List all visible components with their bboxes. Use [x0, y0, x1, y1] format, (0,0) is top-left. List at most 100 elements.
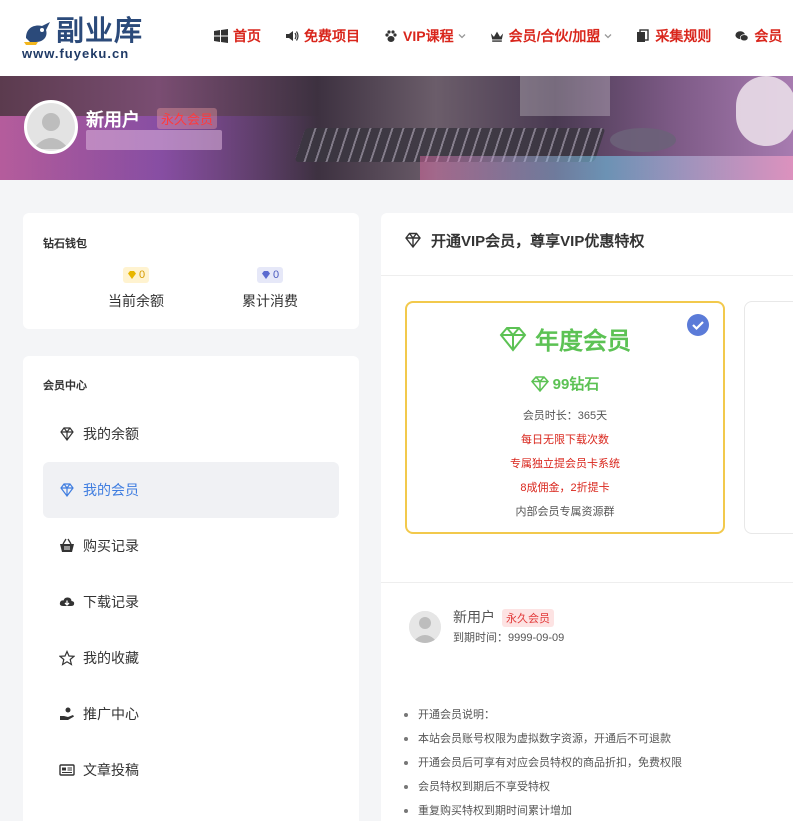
- sidebar-item-label: 我的余额: [83, 426, 139, 442]
- sidebar-item-label: 购买记录: [83, 538, 139, 554]
- profile-subtitle-redacted: [86, 130, 222, 150]
- card-title: 钻石钱包: [43, 238, 87, 250]
- diamond-icon: [499, 326, 527, 352]
- banner-decoration: [520, 76, 610, 116]
- banner-mouse-image: [610, 128, 676, 152]
- cloud-download-icon: [59, 597, 75, 606]
- windows-icon: [214, 29, 228, 43]
- sidebar-item-article-submission[interactable]: 文章投稿: [43, 742, 339, 798]
- diamond-icon: [60, 427, 74, 441]
- plan-price: 99钻石: [407, 373, 723, 394]
- status-badge: 永久会员: [502, 609, 554, 627]
- banner-decoration: [736, 76, 793, 146]
- diamond-icon: [60, 483, 74, 497]
- sidebar-item-balance[interactable]: 我的余额: [43, 406, 339, 462]
- divider: [381, 582, 793, 583]
- chevron-down-icon: [604, 34, 612, 39]
- list-item: 开通会员说明：: [404, 703, 793, 727]
- user-placeholder-icon: [409, 611, 441, 643]
- nav-member[interactable]: 会员: [735, 26, 782, 46]
- nav-home[interactable]: 首页: [214, 26, 261, 46]
- profile-username: 新用户: [86, 110, 140, 130]
- list-item: 会员特权到期后不享受特权: [404, 775, 793, 799]
- card-title: 会员中心: [43, 380, 87, 392]
- sidebar-item-label: 下载记录: [83, 594, 139, 610]
- nav-collection-rules[interactable]: 采集规则: [636, 26, 711, 46]
- sidebar-item-label: 推广中心: [83, 706, 139, 722]
- hand-coin-icon: [60, 707, 74, 720]
- nav-label: 会员/合伙/加盟: [508, 28, 601, 44]
- user-placeholder-icon: [27, 103, 75, 151]
- sidebar-item-favorites[interactable]: 我的收藏: [43, 630, 339, 686]
- sidebar-item-label: 文章投稿: [83, 762, 139, 778]
- chevron-down-icon: [458, 34, 466, 39]
- plan-perk: 每日无限下载次数: [521, 434, 609, 446]
- diamond-icon: [261, 271, 270, 279]
- speaker-icon: [286, 31, 299, 41]
- newspaper-icon: [59, 764, 75, 776]
- nav-membership[interactable]: 会员/合伙/加盟: [490, 26, 613, 46]
- status-badge: 永久会员: [157, 108, 218, 129]
- balance-label: 当前余额: [108, 293, 164, 309]
- main-nav: 首页 免费项目 VIP课程 会员/合伙/加盟 采集规则 会员: [214, 24, 793, 48]
- sidebar-item-my-membership[interactable]: 我的会员: [43, 462, 339, 518]
- sidebar-item-label: 我的会员: [83, 482, 139, 498]
- profile-banner: 新用户 永久会员: [0, 76, 793, 180]
- nav-label: 会员: [754, 28, 783, 44]
- list-item: 本站会员账号权限为虚拟数字资源，开通后不可退款: [404, 727, 793, 751]
- spent-stat[interactable]: 0 累计消费: [220, 267, 320, 311]
- sidebar-item-promotion-center[interactable]: 推广中心: [43, 686, 339, 742]
- member-center-card: 会员中心 我的余额 我的会员 购买记录 下载记录 我的收藏 推广中心 文章投稿: [23, 356, 359, 821]
- crown-icon: [490, 31, 503, 42]
- bird-logo-icon: [24, 22, 50, 45]
- copy-icon: [637, 29, 650, 42]
- expire-time: 到期时间：9999-09-09: [453, 632, 565, 644]
- plan-price-value: 99钻石: [552, 376, 600, 393]
- spent-value: 0: [272, 269, 280, 281]
- balance-value: 0: [138, 269, 146, 281]
- vip-plan-annual[interactable]: 年度会员 99钻石 会员时长：365天 每日无限下载次数 专属独立提会员卡系统 …: [405, 301, 725, 534]
- nav-label: VIP课程: [403, 28, 454, 44]
- avatar: [409, 611, 441, 643]
- balance-stat[interactable]: 0 当前余额: [86, 267, 186, 311]
- logo-url: www.fuyeku.cn: [22, 46, 130, 61]
- banner-decoration: [420, 156, 793, 180]
- paw-icon: [385, 30, 397, 42]
- diamond-wallet-card: 钻石钱包 0 当前余额 0 累计消费: [23, 213, 359, 329]
- logo-text: 副业库: [56, 14, 144, 47]
- avatar[interactable]: [24, 100, 78, 154]
- star-icon: [59, 650, 75, 666]
- plan-perk: 内部会员专属资源群: [515, 506, 615, 518]
- site-header: 副业库 www.fuyeku.cn 首页 免费项目 VIP课程 会员/合伙/加盟…: [0, 0, 793, 76]
- list-item: 开通会员后可享有对应会员特权的商品折扣，免费权限: [404, 751, 793, 775]
- page-title: 开通VIP会员，尊享VIP优惠特权: [431, 233, 645, 250]
- sidebar-item-label: 我的收藏: [83, 650, 139, 666]
- list-item: 重复购买特权到期时间累计增加: [404, 799, 793, 821]
- site-logo[interactable]: 副业库 www.fuyeku.cn: [22, 14, 162, 62]
- diamond-icon: [405, 232, 421, 249]
- vip-plan-next[interactable]: [744, 301, 793, 534]
- plan-name: 年度会员: [535, 328, 631, 355]
- plan-duration: 会员时长：365天: [522, 410, 608, 422]
- diamond-icon: [530, 375, 549, 392]
- plan-perk: 专属独立提会员卡系统: [510, 458, 620, 470]
- diamond-icon: [127, 271, 136, 279]
- wechat-icon: [735, 31, 749, 42]
- nav-vip-courses[interactable]: VIP课程: [384, 26, 466, 46]
- member-username: 新用户: [453, 609, 495, 625]
- nav-label: 首页: [233, 28, 261, 44]
- nav-label: 免费项目: [304, 28, 360, 44]
- panel-header: 开通VIP会员，尊享VIP优惠特权: [381, 213, 793, 276]
- spent-pill: 0: [256, 267, 284, 283]
- plan-title: 年度会员: [407, 321, 723, 356]
- sidebar-item-download-history[interactable]: 下载记录: [43, 574, 339, 630]
- sidebar-item-purchase-history[interactable]: 购买记录: [43, 518, 339, 574]
- spent-label: 累计消费: [242, 293, 298, 309]
- membership-notes: 开通会员说明： 本站会员账号权限为虚拟数字资源，开通后不可退款 开通会员后可享有…: [404, 703, 793, 821]
- plan-perk: 8成佣金，2折提卡: [520, 482, 610, 494]
- basket-icon: [60, 538, 74, 552]
- vip-panel: 开通VIP会员，尊享VIP优惠特权 年度会员 99钻石 会员时长：365天 每日…: [381, 213, 793, 821]
- nav-label: 采集规则: [655, 28, 712, 44]
- nav-free-projects[interactable]: 免费项目: [285, 26, 360, 46]
- balance-pill: 0: [122, 267, 150, 283]
